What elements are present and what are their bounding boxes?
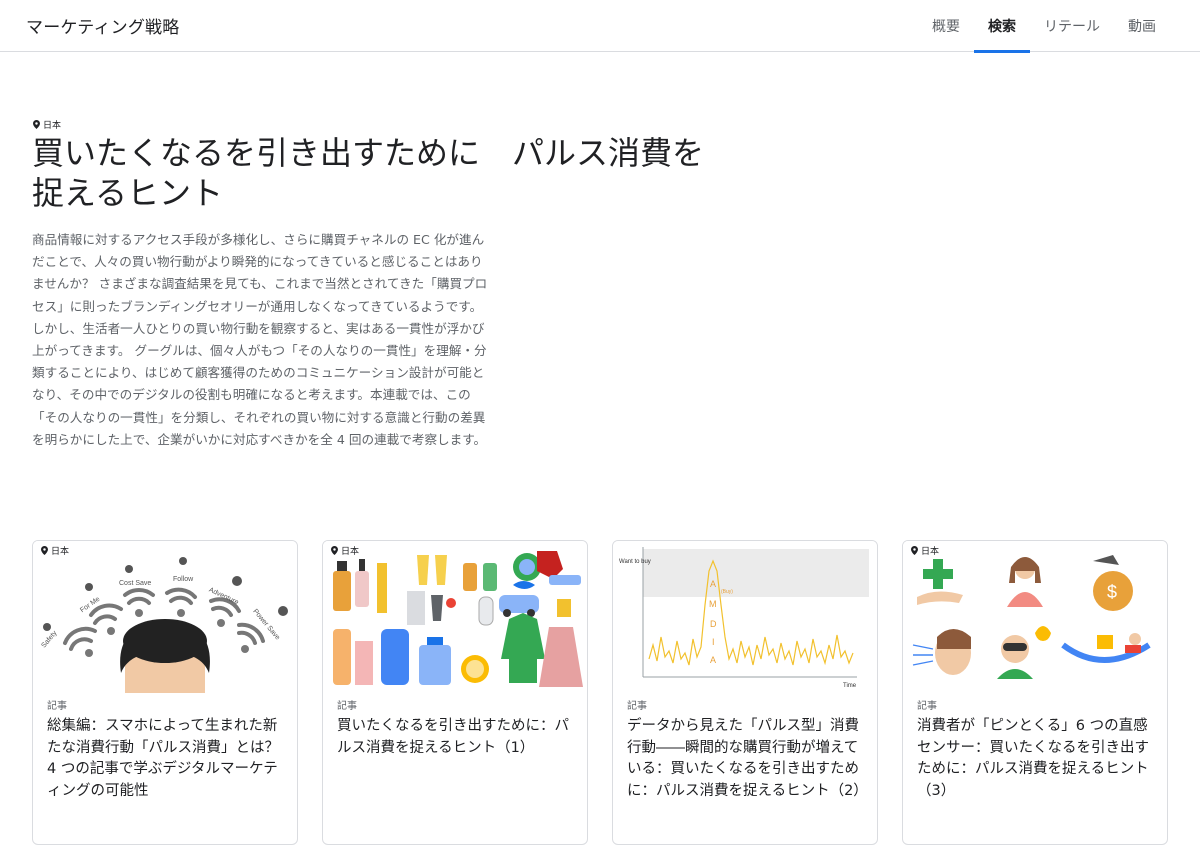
card-title-link[interactable]: 消費者が「ピンとくる」6 つの直感センサー：買いたくなるを引き出すために：パルス… xyxy=(917,716,1153,802)
hero-location: 日本 xyxy=(33,118,61,131)
location-pin-icon xyxy=(41,545,48,555)
card-category: 記事 xyxy=(337,701,357,712)
intuition-sensors-illustration: $ xyxy=(903,541,1167,693)
article-card-2[interactable]: 日本 記事 買いたくなるを引き出すために：パルス消費を捉えるヒント（1） xyxy=(322,540,588,845)
aida-letter-a: A xyxy=(710,579,716,589)
tab-search[interactable]: 検索 xyxy=(974,0,1030,53)
svg-text:$: $ xyxy=(1107,582,1117,602)
tab-retail[interactable]: リテール xyxy=(1030,0,1114,52)
aida-letter-i: I xyxy=(712,637,715,647)
hero-location-label: 日本 xyxy=(43,121,62,131)
card-location-label: 日本 xyxy=(921,546,940,557)
page-title-line-2: 捉えるヒント xyxy=(32,174,224,212)
aida-letter-d: D xyxy=(710,619,717,629)
card-title-link[interactable]: 総集編：スマホによって生まれた新たな消費行動「パルス消費」とは？ 4 つの記事で… xyxy=(47,716,283,802)
page-title-line-1: 買いたくなるを引き出すために パルス消費を xyxy=(32,134,705,172)
card-category: 記事 xyxy=(627,701,647,712)
chart-y-axis-label: Want to buy xyxy=(619,559,651,565)
card-location-badge: 日本 xyxy=(323,541,366,559)
sensor-label-follow: Follow xyxy=(173,576,194,583)
sensor-label-cost-save: Cost Save xyxy=(119,580,151,587)
location-pin-icon xyxy=(911,545,918,555)
card-title-link[interactable]: データから見えた「パルス型」消費行動――瞬間的な購買行動が増えている：買いたくな… xyxy=(627,716,868,802)
chart-x-axis-label: Time xyxy=(843,683,857,689)
page-title: 買いたくなるを引き出すために パルス消費を 捉えるヒント xyxy=(32,133,792,213)
shopping-products-illustration xyxy=(323,541,587,693)
card-location-label: 日本 xyxy=(341,546,360,557)
top-navigation-bar: マーケティング戦略 概要 検索 リテール 動画 xyxy=(0,0,1200,53)
card-category: 記事 xyxy=(47,701,67,712)
tab-video[interactable]: 動画 xyxy=(1114,0,1170,52)
card-location-label: 日本 xyxy=(51,546,70,557)
card-title-link[interactable]: 買いたくなるを引き出すために：パルス消費を捉えるヒント（1） xyxy=(337,716,573,759)
hero-description: 商品情報に対するアクセス手段が多様化し、さらに購買チャネルの EC 化が進んだこ… xyxy=(32,232,488,447)
site-brand-title[interactable]: マーケティング戦略 xyxy=(26,13,179,38)
article-card-4[interactable]: 日本 $ 記事 消費者が「ピンとくる」6 つの直感センサー：買いたくなるを引き出… xyxy=(902,540,1168,845)
location-pin-icon xyxy=(33,120,40,129)
card-category: 記事 xyxy=(917,701,937,712)
pulse-purchase-chart: Want to buy Time A M D I A (Buy) xyxy=(613,541,877,693)
pulse-consumption-sensors-illustration: Safety For Me Cost Save Follow Adventure… xyxy=(33,541,297,693)
article-card-1[interactable]: 日本 Safety For Me Cost Save Follow Advent… xyxy=(32,540,298,845)
article-card-3[interactable]: Want to buy Time A M D I A (Buy) 記事 データか… xyxy=(612,540,878,845)
section-tabs: 概要 検索 リテール 動画 xyxy=(918,0,1170,53)
chart-peak-label: (Buy) xyxy=(721,589,733,595)
card-location-badge: 日本 xyxy=(33,541,76,559)
aida-letter-a-2: A xyxy=(710,655,716,665)
aida-letter-m: M xyxy=(709,599,717,609)
tab-overview[interactable]: 概要 xyxy=(918,0,974,52)
card-location-badge: 日本 xyxy=(903,541,946,559)
location-pin-icon xyxy=(331,545,338,555)
